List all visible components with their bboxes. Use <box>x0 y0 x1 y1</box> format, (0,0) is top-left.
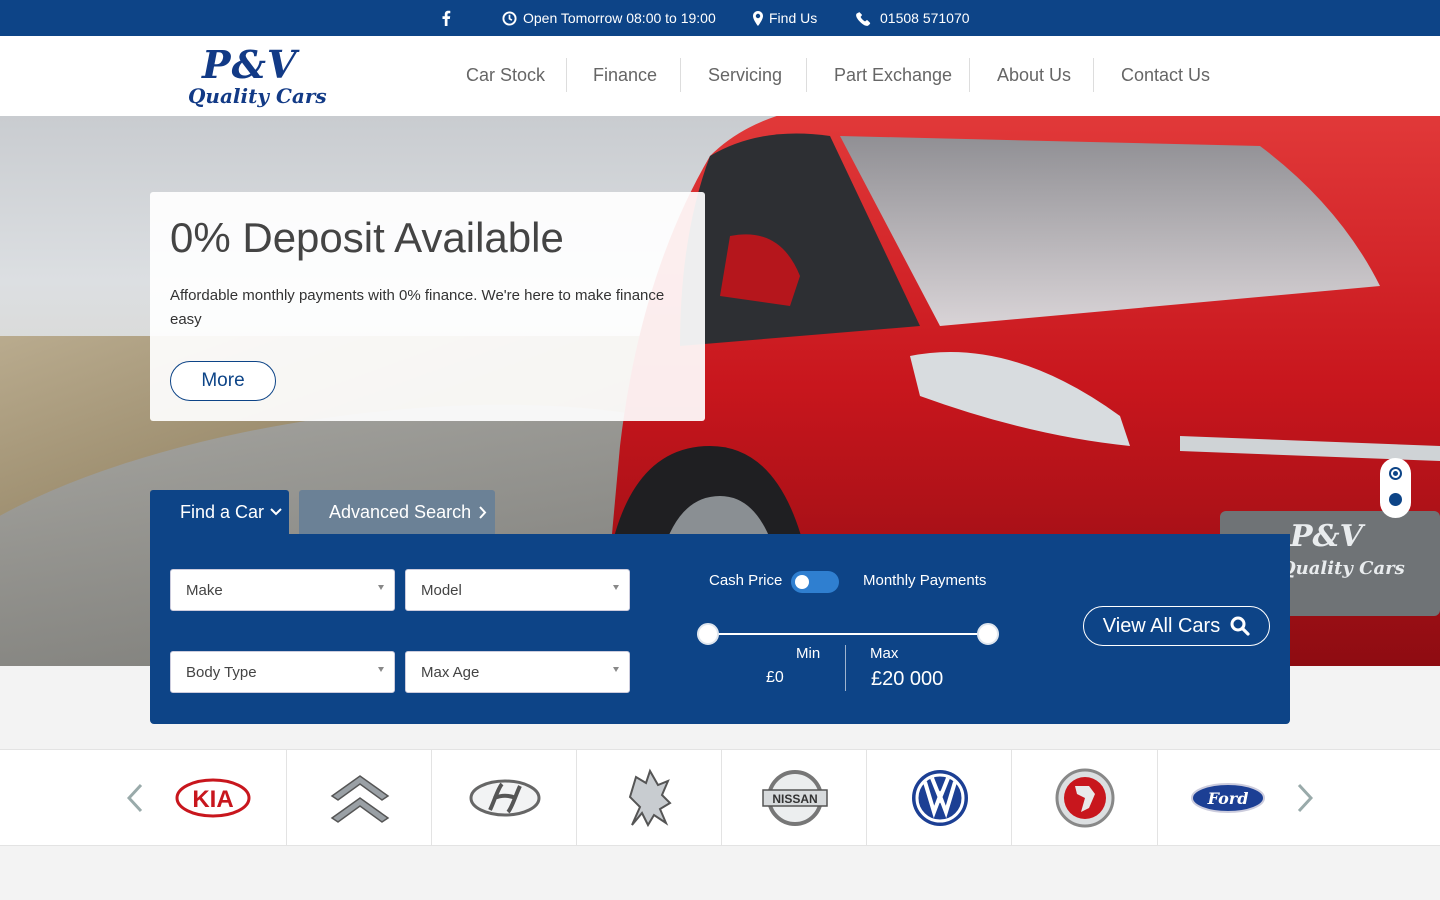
chevron-right-icon <box>479 505 487 519</box>
model-select-value: Model <box>421 581 462 599</box>
nav-divider <box>1093 58 1094 92</box>
cash-price-label: Cash Price <box>709 572 783 589</box>
more-button[interactable]: More <box>170 361 276 401</box>
logo-line1: P&V <box>202 42 298 87</box>
promo-title: 0% Deposit Available <box>170 214 564 261</box>
opening-hours-text: Open Tomorrow 08:00 to 19:00 <box>523 10 716 26</box>
nav-divider <box>806 58 807 92</box>
brand-ford[interactable]: Ford <box>1155 750 1300 845</box>
tab-advanced-label: Advanced Search <box>329 501 472 522</box>
brand-hyundai[interactable] <box>432 750 577 845</box>
nav-part-exchange[interactable]: Part Exchange <box>834 58 952 92</box>
site-header: P&V Quality Cars Car Stock Finance Servi… <box>0 36 1440 116</box>
promo-card: 0% Deposit Available Affordable monthly … <box>150 192 705 421</box>
vauxhall-logo-icon <box>1055 768 1114 827</box>
phone-text: 01508 571070 <box>880 10 970 26</box>
clock-icon <box>502 10 517 26</box>
brand-nissan[interactable]: NISSAN <box>722 750 867 845</box>
facebook-link[interactable] <box>441 0 451 36</box>
facebook-icon <box>442 10 451 26</box>
max-age-select-value: Max Age <box>421 663 480 681</box>
tab-find-label: Find a Car <box>180 501 265 522</box>
site-logo[interactable]: P&V Quality Cars <box>180 40 340 112</box>
nav-car-stock[interactable]: Car Stock <box>466 58 545 92</box>
nav-finance[interactable]: Finance <box>593 58 657 92</box>
find-us-link[interactable]: Find Us <box>753 0 817 36</box>
chevron-down-icon <box>270 508 282 516</box>
min-value: £0 <box>766 669 784 686</box>
brand-peugeot[interactable] <box>577 750 722 845</box>
search-icon <box>1230 616 1250 636</box>
logo-line2: Quality Cars <box>188 84 327 108</box>
caret-down-icon <box>378 585 384 590</box>
body-type-select-value: Body Type <box>186 663 257 681</box>
model-select[interactable]: Model <box>405 569 630 611</box>
slide-dot-1[interactable] <box>1389 467 1402 480</box>
hyundai-logo-icon <box>469 779 540 816</box>
make-select[interactable]: Make <box>170 569 395 611</box>
nav-about-us[interactable]: About Us <box>997 58 1071 92</box>
view-all-label: View All Cars <box>1102 614 1221 637</box>
svg-text:Ford: Ford <box>1206 789 1248 808</box>
promo-text: Affordable monthly payments with 0% fina… <box>170 287 665 328</box>
kia-logo-icon: KIA <box>175 778 250 817</box>
svg-text:KIA: KIA <box>192 786 233 813</box>
max-age-select[interactable]: Max Age <box>405 651 630 693</box>
tab-find-a-car[interactable]: Find a Car <box>150 490 289 534</box>
toggle-knob <box>795 575 809 589</box>
slide-dot-2[interactable] <box>1389 493 1402 506</box>
caret-down-icon <box>613 585 619 590</box>
brand-kia[interactable]: KIA <box>140 750 285 845</box>
price-min-handle[interactable] <box>697 623 719 645</box>
nav-contact-us[interactable]: Contact Us <box>1121 58 1210 92</box>
plate-line2: Quality Cars <box>1280 558 1405 579</box>
svg-text:NISSAN: NISSAN <box>772 792 817 806</box>
peugeot-logo-icon <box>628 768 672 827</box>
price-mode-toggle[interactable] <box>791 571 839 593</box>
plate-line1: P&V <box>1289 519 1366 554</box>
nav-divider <box>566 58 567 92</box>
nissan-logo-icon: NISSAN <box>761 769 828 826</box>
make-select-value: Make <box>186 581 223 599</box>
phone-link[interactable]: 01508 571070 <box>856 0 970 36</box>
min-label: Min <box>796 645 821 662</box>
tab-advanced-search[interactable]: Advanced Search <box>299 490 495 534</box>
body-type-select[interactable]: Body Type <box>170 651 395 693</box>
ford-logo-icon: Ford <box>1190 782 1265 813</box>
carousel-next-button[interactable] <box>1290 778 1320 818</box>
price-max-handle[interactable] <box>977 623 999 645</box>
nav-divider <box>680 58 681 92</box>
top-info-bar: Open Tomorrow 08:00 to 19:00 Find Us 015… <box>0 0 1440 36</box>
volkswagen-logo-icon <box>911 769 968 826</box>
nav-divider <box>969 58 970 92</box>
map-marker-icon <box>753 10 763 26</box>
caret-down-icon <box>613 667 619 672</box>
brand-carousel: KIA NISSAN Ford <box>0 749 1440 846</box>
find-us-text: Find Us <box>769 10 818 26</box>
brand-citroen[interactable] <box>287 750 432 845</box>
view-all-cars-button[interactable]: View All Cars <box>1083 606 1270 646</box>
chevron-right-icon <box>1297 783 1313 813</box>
brand-volkswagen[interactable] <box>867 750 1012 845</box>
max-label: Max <box>870 645 899 662</box>
price-range-track[interactable] <box>708 633 988 635</box>
citroen-logo-icon <box>330 774 389 823</box>
monthly-payments-label: Monthly Payments <box>863 572 987 589</box>
nav-servicing[interactable]: Servicing <box>708 58 782 92</box>
phone-icon <box>856 11 871 26</box>
range-divider <box>845 645 846 691</box>
brand-vauxhall[interactable] <box>1012 750 1157 845</box>
opening-hours: Open Tomorrow 08:00 to 19:00 <box>502 0 716 36</box>
slider-pagination <box>1380 458 1411 518</box>
max-value: £20 000 <box>871 668 944 690</box>
car-search-panel: Make Model Body Type Max Age Cash Price … <box>150 534 1290 724</box>
caret-down-icon <box>378 667 384 672</box>
